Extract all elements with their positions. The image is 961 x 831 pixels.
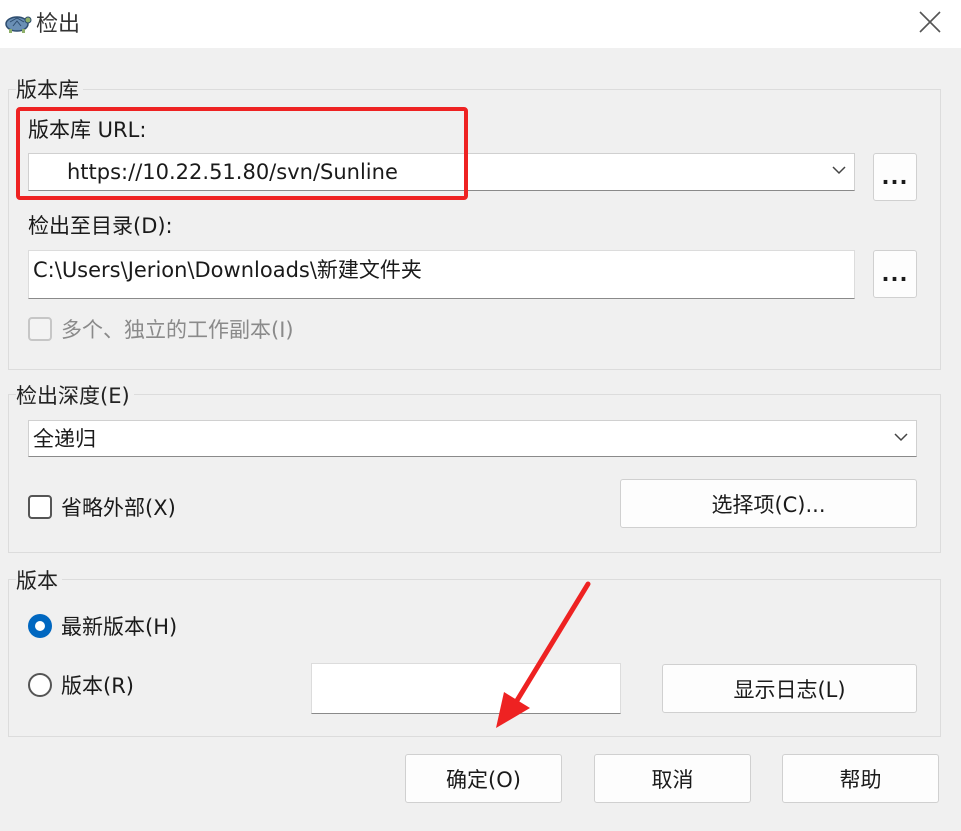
depth-group — [8, 394, 941, 553]
revision-label: 版本(R) — [61, 674, 134, 698]
repository-url-combo[interactable]: https://10.22.51.80/svn/Sunline — [28, 153, 855, 191]
head-revision-label: 最新版本(H) — [61, 615, 178, 639]
close-icon — [919, 11, 941, 33]
ok-button[interactable]: 确定(O) — [405, 754, 562, 803]
chevron-down-icon — [832, 166, 846, 175]
depth-group-title: 检出深度(E) — [16, 383, 134, 409]
browse-dir-button[interactable]: ... — [873, 250, 917, 298]
tortoise-icon — [2, 7, 32, 37]
omit-externals-checkbox[interactable] — [28, 495, 52, 519]
checkout-dir-input[interactable]: C:\Users\Jerion\Downloads\新建文件夹 — [28, 250, 855, 299]
revision-radio[interactable] — [28, 673, 52, 697]
options-button[interactable]: 选择项(C)... — [620, 479, 917, 528]
multi-wc-label: 多个、独立的工作副本(I) — [61, 318, 294, 342]
head-revision-radio[interactable] — [28, 614, 52, 638]
help-button[interactable]: 帮助 — [782, 754, 939, 803]
revision-group-title: 版本 — [16, 568, 62, 594]
close-button[interactable] — [910, 4, 950, 40]
checkout-dir-label: 检出至目录(D): — [28, 214, 173, 238]
omit-externals-label: 省略外部(X) — [61, 496, 176, 520]
repository-url-value: https://10.22.51.80/svn/Sunline — [67, 160, 398, 184]
browse-url-button[interactable]: ... — [873, 153, 917, 201]
window-title: 检出 — [36, 12, 81, 37]
revision-input[interactable] — [311, 663, 621, 714]
repository-url-label: 版本库 URL: — [28, 118, 147, 142]
multi-wc-checkbox[interactable] — [28, 317, 52, 341]
checkout-dir-value: C:\Users\Jerion\Downloads\新建文件夹 — [33, 258, 422, 282]
chevron-down-icon — [894, 433, 908, 442]
show-log-button[interactable]: 显示日志(L) — [662, 664, 917, 713]
repository-group-title: 版本库 — [16, 77, 83, 103]
cancel-button[interactable]: 取消 — [594, 754, 751, 803]
title-bar: 检出 — [0, 0, 961, 48]
depth-selected: 全递归 — [33, 427, 96, 451]
depth-combo[interactable]: 全递归 — [28, 420, 917, 457]
